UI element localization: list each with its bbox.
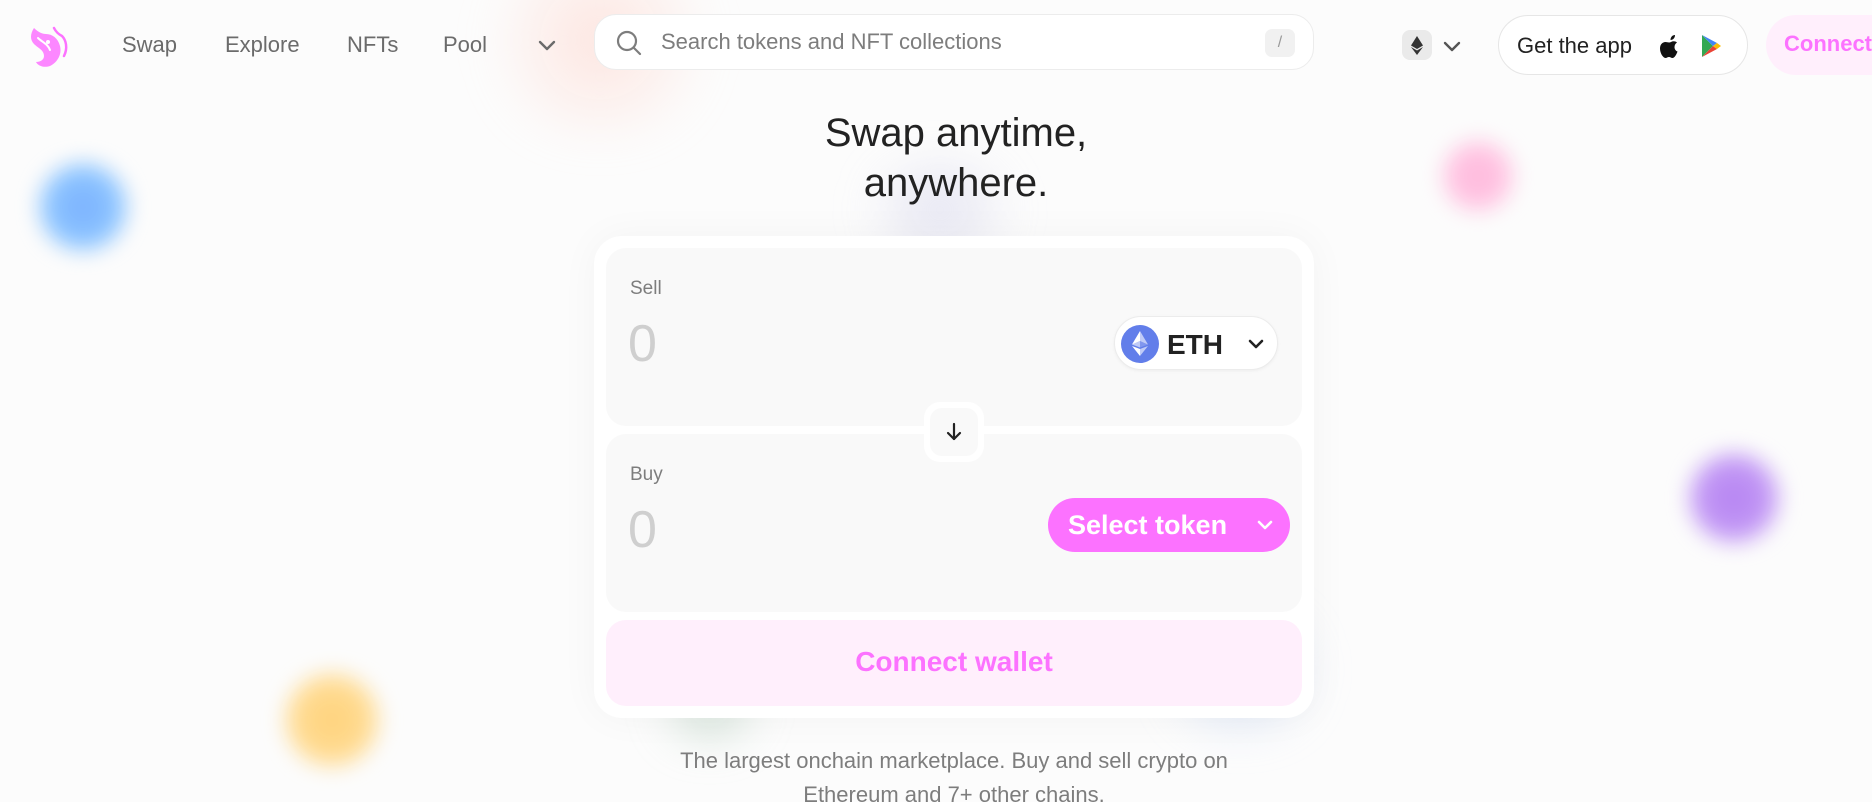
get-the-app-label: Get the app <box>1517 33 1632 58</box>
sell-token-symbol: ETH <box>1167 329 1223 360</box>
ethereum-icon <box>1121 325 1159 363</box>
switch-tokens-inner <box>930 408 978 456</box>
nav-link-pool[interactable]: Pool <box>443 32 487 58</box>
search-bar[interactable]: / <box>594 14 1314 70</box>
connect-wallet-label: Connect wallet <box>855 646 1053 677</box>
sell-label: Sell <box>630 278 662 299</box>
sell-token-selector[interactable]: ETH <box>1114 316 1278 370</box>
page: Swap Explore NFTs Pool / <box>0 0 1872 802</box>
search-input[interactable] <box>661 25 1241 59</box>
ethereum-icon <box>1411 36 1423 55</box>
chain-selector[interactable] <box>1400 28 1468 64</box>
decorative-token-blob <box>1440 138 1516 214</box>
swap-card: Sell ETH Buy <box>594 236 1314 718</box>
get-the-app-button[interactable]: Get the app <box>1498 15 1748 75</box>
decorative-token-blob <box>1686 450 1782 546</box>
select-token-button[interactable]: Select token <box>1048 498 1290 552</box>
nav-link-explore[interactable]: Explore <box>225 32 300 58</box>
chevron-down-icon <box>1443 41 1461 52</box>
hero-title-line: anywhere. <box>863 161 1049 205</box>
sell-panel: Sell ETH <box>606 248 1302 426</box>
arrow-down-icon <box>946 422 962 441</box>
google-play-icon <box>1702 35 1721 57</box>
connect-wallet-button[interactable]: Connect wallet <box>606 620 1302 706</box>
tagline-line: The largest onchain marketplace. Buy and… <box>680 748 1228 773</box>
apple-icon <box>1660 35 1678 58</box>
select-token-label: Select token <box>1068 510 1228 540</box>
chevron-down-icon <box>1257 520 1273 530</box>
hero-title: Swap anytime, anywhere. <box>636 108 1276 208</box>
hero-title-line: Swap anytime, <box>824 111 1088 155</box>
uniswap-logo-icon[interactable] <box>24 22 70 70</box>
nav-link-swap[interactable]: Swap <box>122 32 177 58</box>
tagline-line: Ethereum and 7+ other chains. <box>803 782 1105 802</box>
chain-icon-wrapper <box>1402 30 1432 60</box>
switch-tokens-button[interactable] <box>924 402 984 462</box>
chevron-down-icon[interactable] <box>534 32 560 58</box>
buy-label: Buy <box>630 464 663 485</box>
search-shortcut-key: / <box>1265 29 1295 57</box>
search-icon <box>616 30 642 56</box>
decorative-token-blob <box>36 160 130 254</box>
tagline: The largest onchain marketplace. Buy and… <box>596 744 1312 802</box>
sell-amount-input[interactable] <box>628 314 988 374</box>
connect-button[interactable]: Connect <box>1766 15 1872 75</box>
nav-link-nfts[interactable]: NFTs <box>347 32 398 58</box>
buy-amount-input[interactable] <box>628 500 988 560</box>
top-nav: Swap Explore NFTs Pool / <box>0 0 1872 90</box>
connect-button-label: Connect <box>1784 31 1872 56</box>
chevron-down-icon <box>1248 339 1264 349</box>
decorative-token-blob <box>282 670 382 770</box>
